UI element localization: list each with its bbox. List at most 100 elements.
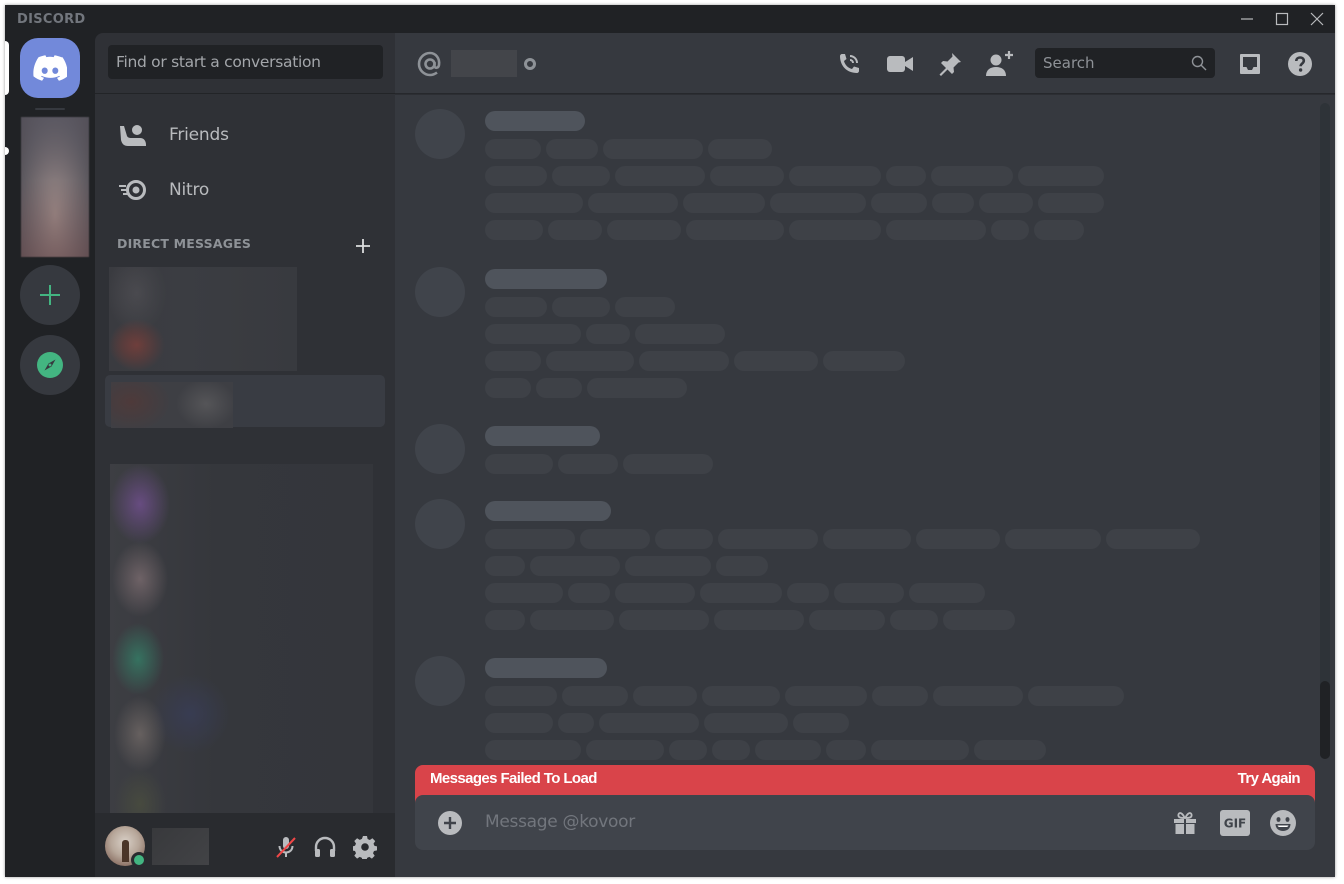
message-composer: Message @kovoor GIF [415,795,1315,850]
message-text-placeholder [586,324,630,344]
message-text-placeholder [974,740,1046,760]
find-conversation-input[interactable]: Find or start a conversation [108,45,383,79]
deafen-button[interactable] [309,831,341,863]
chat-header: Search [395,33,1335,94]
message-text-placeholder [485,166,547,186]
message-text-placeholder [700,583,782,603]
message-text-placeholder [655,529,713,549]
message-text-placeholder [793,713,849,733]
user-panel [95,813,395,877]
scrollbar-thumb[interactable] [1320,681,1330,759]
message-text-placeholder [485,686,557,706]
explore-servers-button[interactable] [20,335,80,395]
gear-icon [353,836,377,859]
sidebar-search-area: Find or start a conversation [95,33,395,94]
message-text-placeholder [890,610,938,630]
emoji-icon [1270,810,1296,836]
message-text-placeholder [785,686,867,706]
direct-messages-header: Direct Messages [117,236,252,251]
dm-list-item[interactable] [109,267,297,371]
message-text-placeholder [686,220,784,240]
message-text-placeholder [704,713,788,733]
message-text-placeholder [979,193,1033,213]
minimize-button[interactable] [1230,5,1264,33]
message-text-placeholder [558,713,594,733]
plus-icon [40,285,60,305]
home-button[interactable] [20,38,80,98]
message-text-placeholder [991,220,1029,240]
message-text-placeholder [485,583,563,603]
try-again-button[interactable]: Try Again [1238,770,1301,787]
dm-sidebar: Find or start a conversation Friends Nit… [95,33,395,877]
plus-icon [356,239,370,253]
add-server-button[interactable] [20,265,80,325]
sidebar-item-friends[interactable]: Friends [105,113,385,157]
server-icon[interactable] [21,117,89,257]
message-text-placeholder [1034,220,1084,240]
inbox-button[interactable] [1233,47,1267,81]
message-author-placeholder [485,111,585,131]
message-text-placeholder [623,454,713,474]
message-text-placeholder [599,713,699,733]
close-window-button[interactable] [1300,5,1334,33]
create-dm-button[interactable] [353,236,373,256]
message-text-placeholder [886,166,926,186]
mute-button[interactable] [270,831,302,863]
message-text-placeholder [485,740,581,760]
plus-circle-icon[interactable] [436,809,464,837]
message-text-placeholder [586,740,664,760]
message-scrollbar[interactable] [1320,103,1330,759]
headphones-icon [314,836,336,857]
message-text-placeholder [871,740,969,760]
message-text-placeholder [1106,529,1200,549]
gif-icon: GIF [1220,810,1250,836]
message-text-placeholder [916,529,1000,549]
pinned-messages-button[interactable] [933,47,967,81]
search-input[interactable]: Search [1035,48,1215,78]
message-text-placeholder [588,193,678,213]
message-text-placeholder [548,220,602,240]
video-camera-icon [887,56,913,72]
message-text-placeholder [485,454,553,474]
user-settings-button[interactable] [349,831,381,863]
message-text-placeholder [931,166,1013,186]
add-friends-to-dm-button[interactable] [983,47,1017,81]
username-blurred[interactable] [152,828,209,865]
message-avatar-placeholder [415,656,465,706]
message-text-placeholder [787,583,829,603]
start-voice-call-button[interactable] [832,47,866,81]
message-text-placeholder [546,351,634,371]
message-text-placeholder [716,556,768,576]
svg-text:GIF: GIF [1224,817,1247,831]
message-text-placeholder [826,740,866,760]
friends-icon [111,113,155,157]
message-text-placeholder [1018,166,1104,186]
gif-picker-button[interactable]: GIF [1219,807,1251,839]
send-gift-button[interactable] [1169,807,1201,839]
message-text-placeholder [710,166,784,186]
emoji-picker-button[interactable] [1267,807,1299,839]
message-text-placeholder [485,378,531,398]
message-input[interactable]: Message @kovoor [485,795,635,850]
maximize-button[interactable] [1265,5,1299,33]
dm-list-items[interactable] [110,464,373,841]
message-text-placeholder [770,193,866,213]
message-text-placeholder [635,324,725,344]
nitro-icon [111,168,155,212]
message-text-placeholder [615,583,695,603]
message-author-placeholder [485,269,607,289]
chat-area: Search Messages Failed To Load Try Again… [395,33,1335,877]
start-video-call-button[interactable] [883,47,917,81]
message-text-placeholder [485,297,547,317]
message-text-placeholder [485,556,525,576]
message-text-placeholder [886,220,986,240]
server-rail [5,33,95,877]
message-text-placeholder [485,713,553,733]
help-button[interactable] [1283,47,1317,81]
nitro-label: Nitro [169,180,210,200]
gift-icon [1174,812,1196,834]
sidebar-item-nitro[interactable]: Nitro [105,168,385,212]
avatar[interactable] [105,826,147,868]
message-author-placeholder [485,426,600,446]
dm-list-item-selected-content [111,382,233,428]
